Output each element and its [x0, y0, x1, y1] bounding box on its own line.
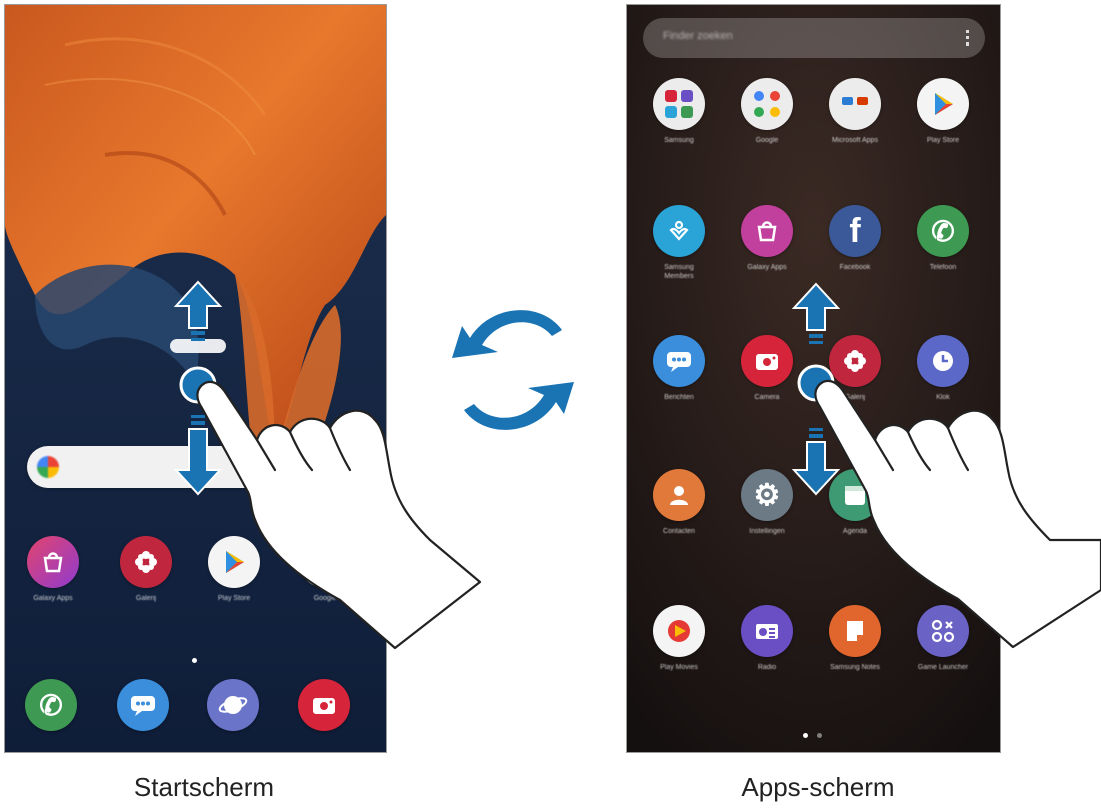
app-label: Contacten [663, 528, 695, 535]
game-launcher-icon [917, 605, 969, 657]
app-label: Instellingen [749, 528, 785, 535]
app-tile[interactable]: Play Movies [649, 605, 709, 672]
samsung-members-icon [653, 205, 705, 257]
camera-icon [741, 335, 793, 387]
app-tile[interactable]: Radio [737, 605, 797, 672]
app-label: Radio [757, 664, 777, 671]
dock-app[interactable] [203, 679, 263, 731]
app-tile[interactable]: Klok [913, 335, 973, 402]
apps-screen-caption: Apps-scherm [741, 772, 895, 802]
app-label: Google [313, 595, 337, 602]
app-tile[interactable]: Play Store [913, 78, 973, 145]
app-tile[interactable]: Agenda [825, 469, 885, 536]
app-label: Game Launcher [917, 664, 969, 671]
apps-screen: Finder zoeken Samsung Google Microsoft App… [626, 4, 1001, 753]
app-tile[interactable]: Camera [737, 335, 797, 402]
play-store-icon [917, 78, 969, 130]
gallery-icon [120, 536, 172, 588]
home-wallpaper [5, 5, 386, 752]
app-tile[interactable]: Galaxy Apps [737, 205, 797, 272]
home-search-bar[interactable] [27, 446, 277, 488]
calendar-icon [829, 469, 881, 521]
dock-app[interactable] [113, 679, 173, 731]
camera-icon [298, 679, 350, 731]
home-app[interactable]: Galerij [116, 536, 176, 603]
facebook-icon: f [829, 205, 881, 257]
app-label: Klok [936, 394, 950, 401]
app-label: Telefoon [929, 264, 957, 271]
app-tile[interactable]: Samsung [649, 78, 709, 145]
app-tile[interactable]: Contacten [649, 469, 709, 536]
app-tile [913, 469, 973, 475]
app-label: Samsung Members [664, 264, 694, 280]
app-label: Microsoft Apps [832, 137, 878, 144]
home-screen-caption: Startscherm [133, 772, 275, 802]
phone-icon: ✆ [917, 205, 969, 257]
more-options-icon[interactable] [966, 30, 969, 46]
app-label: Samsung Notes [830, 664, 880, 671]
play-store-icon [208, 536, 260, 588]
home-app[interactable]: Play Store [204, 536, 264, 603]
finder-placeholder: Finder zoeken [663, 30, 733, 42]
microsoft-folder-icon [829, 78, 881, 130]
samsung-notes-icon [829, 605, 881, 657]
app-label: Galaxy Apps [33, 595, 73, 602]
radio-icon [741, 605, 793, 657]
play-movies-icon [653, 605, 705, 657]
app-label: Berichten [664, 394, 694, 401]
samsung-folder-icon [653, 78, 705, 130]
app-label: Samsung [664, 137, 694, 144]
app-tile[interactable]: ⚙ Instellingen [737, 469, 797, 536]
app-tile[interactable]: Samsung Members [649, 205, 709, 281]
app-label: Play Movies [660, 664, 698, 671]
app-label: Facebook [839, 264, 871, 271]
dock-app[interactable] [294, 679, 354, 731]
app-label: Galaxy Apps [747, 264, 787, 271]
google-folder-icon [741, 78, 793, 130]
google-icon [37, 456, 59, 478]
galaxy-store-icon [27, 536, 79, 588]
phone-icon: ✆ [25, 679, 77, 731]
clock-icon [917, 335, 969, 387]
galaxy-store-icon [741, 205, 793, 257]
app-tile[interactable]: Samsung Notes [825, 605, 885, 672]
app-tile[interactable]: Berichten [649, 335, 709, 402]
app-tile[interactable]: Google [737, 78, 797, 145]
google-folder-icon [299, 536, 351, 588]
app-tile[interactable]: Microsoft Apps [825, 78, 885, 145]
app-label: Play Store [926, 137, 960, 144]
app-label: Play Store [217, 595, 251, 602]
gallery-icon [829, 335, 881, 387]
internet-icon [207, 679, 259, 731]
app-tile[interactable]: f Facebook [825, 205, 885, 272]
app-tile[interactable]: ✆ Telefoon [913, 205, 973, 272]
sync-arrows-icon [452, 310, 574, 430]
app-label: Google [755, 137, 779, 144]
app-label: Galerij [844, 394, 866, 401]
home-app[interactable]: Google [295, 536, 355, 603]
app-label: Agenda [842, 528, 868, 535]
home-screen: Galaxy Apps Galerij Play Store Google ✆ [4, 4, 387, 753]
app-tile[interactable]: Game Launcher [913, 605, 973, 672]
home-app[interactable]: Galaxy Apps [23, 536, 83, 603]
app-label: Galerij [135, 595, 157, 602]
page-indicator [817, 733, 822, 738]
messages-icon [653, 335, 705, 387]
contacts-icon [653, 469, 705, 521]
app-label: Camera [754, 394, 780, 401]
app-tile[interactable]: Galerij [825, 335, 885, 402]
settings-icon: ⚙ [741, 469, 793, 521]
dock-app[interactable]: ✆ [21, 679, 81, 731]
messages-icon [117, 679, 169, 731]
page-indicator-active [803, 733, 808, 738]
page-indicator [192, 658, 197, 663]
finder-search-bar[interactable]: Finder zoeken [643, 18, 985, 58]
